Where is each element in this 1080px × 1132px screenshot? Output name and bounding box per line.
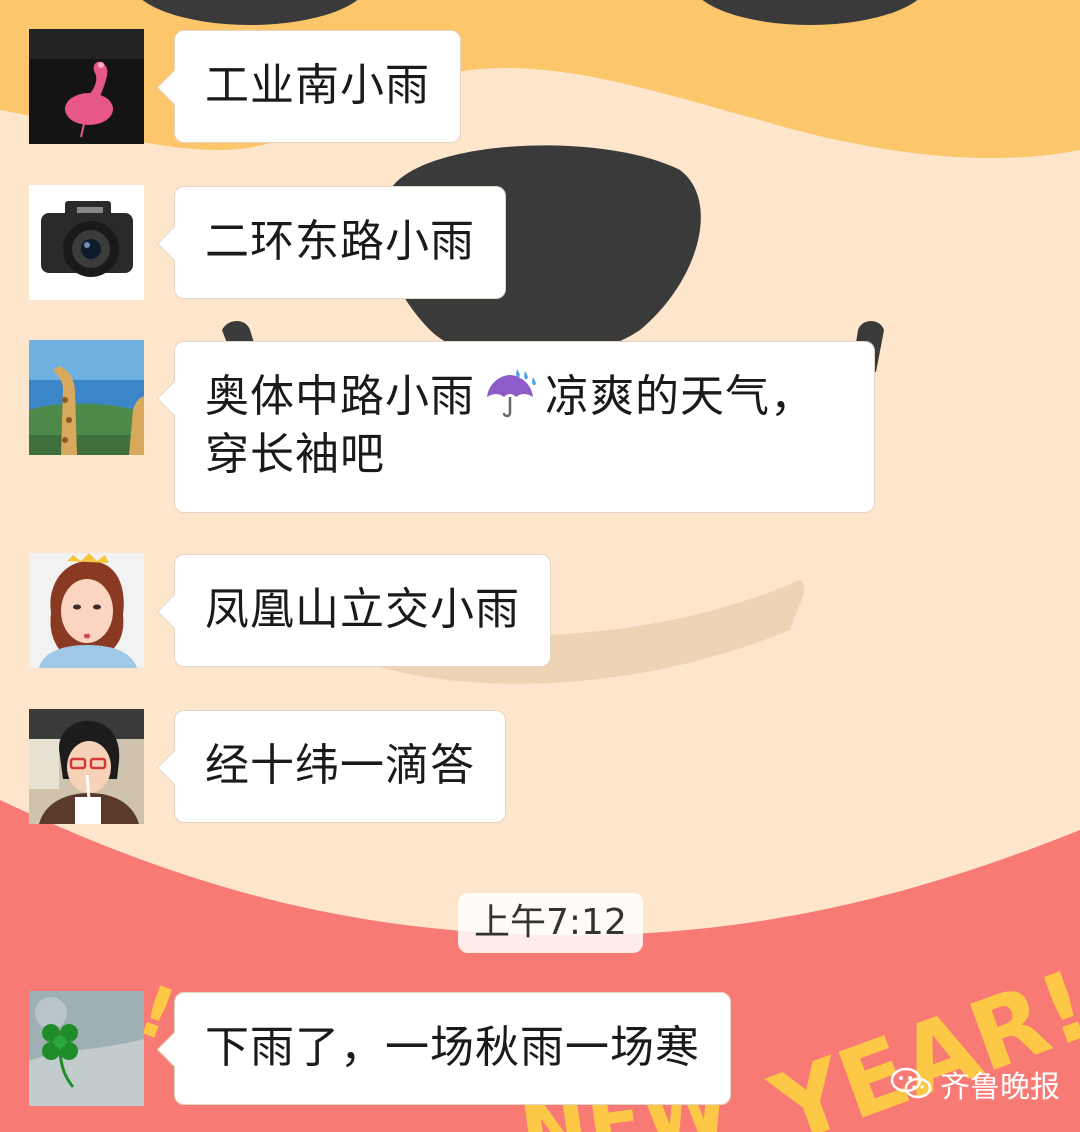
message-text: 下雨了，一场秋雨一场寒 [205,1022,700,1073]
message-text: 凤凰山立交小雨 [205,584,520,635]
camera-avatar[interactable] [29,185,144,300]
message-bubble[interactable]: 经十纬一滴答 [174,710,506,823]
pink-bird-avatar[interactable] [29,29,144,144]
message-text-part: 凉爽的天气， [545,371,815,422]
wechat-watermark: 齐鲁晚报 [890,1062,1060,1106]
message-text: 二环东路小雨 [205,216,475,267]
umbrella-with-rain-icon [487,369,536,418]
giraffe-avatar[interactable] [29,340,144,455]
message-bubble[interactable]: 二环东路小雨 [174,186,506,299]
message-line-2: 穿长袖吧 [205,429,385,480]
message-line-1: 奥体中路小雨 凉爽的天气， [205,368,844,426]
clover-avatar[interactable] [29,991,144,1106]
message-text-part: 奥体中路小雨 [205,371,475,422]
message-bubble[interactable]: 奥体中路小雨 凉爽的天气， 穿长袖吧 [174,341,875,513]
woman-crown-avatar[interactable] [29,553,144,668]
message-text: 工业南小雨 [205,60,430,111]
wechat-icon [890,1067,932,1099]
chat-timestamp: 上午7:12 [458,893,643,953]
message-text: 经十纬一滴答 [205,740,475,791]
watermark-label: 齐鲁晚报 [940,1070,1060,1105]
woman-drink-avatar[interactable] [29,709,144,824]
message-bubble[interactable]: 工业南小雨 [174,30,461,143]
message-bubble[interactable]: 下雨了，一场秋雨一场寒 [174,992,731,1105]
message-bubble[interactable]: 凤凰山立交小雨 [174,554,551,667]
